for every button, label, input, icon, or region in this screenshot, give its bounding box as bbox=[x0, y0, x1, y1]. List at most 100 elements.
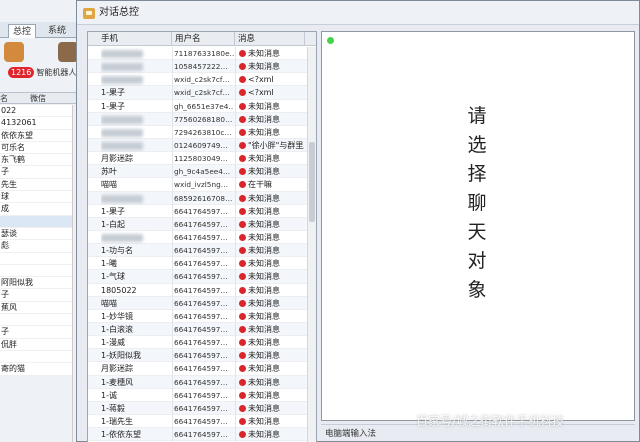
message-text: 未知消息 bbox=[248, 272, 280, 282]
list-item[interactable]: 022 bbox=[0, 105, 81, 118]
phone-cell: 1-白起 bbox=[101, 219, 125, 229]
list-item[interactable]: 子 bbox=[0, 166, 81, 179]
redacted-phone bbox=[101, 63, 143, 72]
unread-count-badge: 1216 bbox=[8, 67, 35, 78]
tab-general-control[interactable]: 总控 bbox=[8, 24, 37, 38]
table-row[interactable]: 1-妖阳似我 6641764597… 未知消息 bbox=[88, 349, 307, 363]
list-item[interactable]: 寄的猫 bbox=[0, 363, 81, 376]
table-row[interactable]: 1805022 6641764597… 未知消息 bbox=[88, 284, 307, 297]
table-row[interactable]: 1-果子 gh_6651e37e4… 未知消息 bbox=[88, 100, 307, 113]
table-row[interactable]: 喵喵 6641764597… 未知消息 bbox=[88, 296, 307, 310]
message-text: 未知消息 bbox=[248, 338, 280, 348]
phone-cell bbox=[101, 139, 171, 152]
username-cell: 6641764597… bbox=[174, 416, 228, 426]
message-column-header[interactable]: 消息 bbox=[235, 32, 305, 46]
contact-list-header: 名 微信 bbox=[0, 92, 81, 104]
unread-dot-icon bbox=[239, 352, 246, 360]
list-item[interactable] bbox=[0, 215, 81, 228]
table-row[interactable]: 71187633180e… 未知消息 bbox=[88, 47, 307, 61]
username-cell: 71187633180e… bbox=[174, 49, 234, 58]
table-row[interactable]: 1-功与名 6641764597… 未知消息 bbox=[88, 244, 307, 258]
table-row[interactable]: 1-果子 6641764597… 未知消息 bbox=[88, 205, 307, 218]
table-row[interactable]: 月影迷踪 6641764597… 未知消息 bbox=[88, 362, 307, 376]
username-cell: 6641764597… bbox=[174, 219, 228, 229]
list-item[interactable]: 可乐名 bbox=[0, 141, 81, 155]
list-item[interactable]: 彪 bbox=[0, 240, 81, 253]
phone-cell: 喵喵 bbox=[101, 298, 117, 308]
table-row[interactable]: 月影迷踪 1125803049… 未知消息 bbox=[88, 152, 307, 166]
username-cell: 6641764597… bbox=[174, 338, 228, 348]
message-text: 未知消息 bbox=[248, 298, 280, 308]
list-item[interactable]: 成 bbox=[0, 203, 81, 216]
list-item[interactable]: 瑟谈 bbox=[0, 227, 81, 241]
table-row[interactable]: 7294263810c… 未知消息 bbox=[88, 126, 307, 139]
table-row[interactable]: 77560268180… 未知消息 bbox=[88, 112, 307, 126]
avatar[interactable] bbox=[4, 42, 24, 62]
table-row[interactable]: 1-蒋毅 6641764597… 未知消息 bbox=[88, 401, 307, 415]
message-cell: 未知消息 bbox=[238, 60, 304, 73]
table-row[interactable]: 1-诚 6641764597… 未知消息 bbox=[88, 389, 307, 402]
list-item[interactable]: 子 bbox=[0, 289, 81, 302]
unread-dot-icon bbox=[239, 233, 246, 241]
table-row[interactable]: 1-依依东望 6641764597… 未知消息 bbox=[88, 428, 307, 442]
list-item[interactable]: 球 bbox=[0, 191, 81, 204]
table-row[interactable]: 1-漫威 6641764597… 未知消息 bbox=[88, 336, 307, 350]
list-item[interactable] bbox=[0, 314, 81, 327]
chat-panel[interactable]: 请选择聊天对象 bbox=[321, 31, 635, 421]
list-item[interactable]: 子 bbox=[0, 326, 81, 339]
table-row[interactable]: 1058457222… 未知消息 bbox=[88, 60, 307, 74]
phone-cell: 1-白滚滚 bbox=[101, 324, 133, 334]
list-item[interactable]: 4132061 bbox=[0, 117, 81, 130]
list-item[interactable] bbox=[0, 252, 81, 265]
table-row[interactable]: 0124609749… "徐小胖"与群里所 bbox=[88, 138, 307, 153]
table-row[interactable]: 1-曦 6641764597… 未知消息 bbox=[88, 257, 307, 271]
robot-avatar[interactable] bbox=[58, 42, 78, 62]
phone-column-header[interactable]: 手机 bbox=[88, 32, 172, 46]
phone-cell bbox=[101, 126, 171, 139]
username-cell: 6641764597… bbox=[174, 259, 228, 269]
table-row[interactable]: 6641764597… 未知消息 bbox=[88, 231, 307, 245]
table-row[interactable]: 1-气球 6641764597… 未知消息 bbox=[88, 270, 307, 284]
username-cell: 0124609749… bbox=[174, 140, 228, 150]
message-cell: 未知消息 bbox=[238, 126, 304, 139]
message-text: 未知消息 bbox=[248, 324, 280, 334]
table-row[interactable]: 1-果子 wxid_c2sk7cf… <?xml bbox=[88, 86, 307, 100]
table-row[interactable]: 1-麦穗风 6641764597… 未知消息 bbox=[88, 375, 307, 389]
phone-cell: 1-果子 bbox=[101, 206, 125, 216]
table-row[interactable]: 1-白起 6641764597… 未知消息 bbox=[88, 217, 307, 231]
message-text: <?xml bbox=[248, 88, 274, 98]
tab-system[interactable]: 系统 bbox=[44, 24, 70, 38]
table-row[interactable]: 苏叶 gh_9c4a5ee4… 未知消息 bbox=[88, 165, 307, 179]
table-row[interactable]: wxid_c2sk7cf… <?xml bbox=[88, 73, 307, 87]
list-item[interactable] bbox=[0, 264, 81, 278]
scrollbar-thumb[interactable] bbox=[309, 142, 315, 222]
table-row[interactable]: 68592616708… 未知消息 bbox=[88, 191, 307, 205]
phone-cell: 月影迷踪 bbox=[101, 364, 133, 374]
message-text: 未知消息 bbox=[248, 259, 280, 269]
username-cell: 6641764597… bbox=[174, 390, 228, 400]
list-item[interactable]: 先生 bbox=[0, 178, 81, 192]
list-item[interactable]: 蕉风 bbox=[0, 301, 81, 315]
table-body: 71187633180e… 未知消息 1058457222… 未知消息 wxid_c2s… bbox=[88, 47, 307, 442]
list-item[interactable]: 侃胖 bbox=[0, 338, 81, 351]
username-cell: wxid_ivzl5ng… bbox=[174, 180, 228, 190]
unread-dot-icon bbox=[239, 417, 246, 425]
table-row[interactable]: 1-瑞先生 6641764597… 未知消息 bbox=[88, 415, 307, 429]
message-text: 未知消息 bbox=[248, 114, 280, 124]
redacted-phone bbox=[101, 194, 143, 203]
table-row[interactable]: 1-白滚滚 6641764597… 未知消息 bbox=[88, 322, 307, 337]
dialog-title: 对话总控 bbox=[99, 7, 139, 18]
account-status-row: 1216 智能机器人 bbox=[0, 66, 81, 80]
unread-dot-icon bbox=[239, 286, 246, 294]
table-scrollbar[interactable] bbox=[307, 47, 316, 442]
table-row[interactable]: 1-妙华镜 6641764597… 未知消息 bbox=[88, 310, 307, 323]
message-cell: 未知消息 bbox=[238, 323, 304, 336]
table-row[interactable]: 喵喵 wxid_ivzl5ng… 在干嘛 bbox=[88, 178, 307, 192]
list-item[interactable]: 东飞鹤 bbox=[0, 154, 81, 167]
list-item[interactable]: 依依东望 bbox=[0, 129, 81, 142]
username-column-header[interactable]: 用户名 bbox=[172, 32, 235, 46]
list-item[interactable] bbox=[0, 350, 81, 364]
list-item[interactable]: 阿阳似我 bbox=[0, 277, 81, 290]
unread-dot-icon bbox=[239, 365, 246, 373]
message-cell: 未知消息 bbox=[238, 376, 304, 389]
